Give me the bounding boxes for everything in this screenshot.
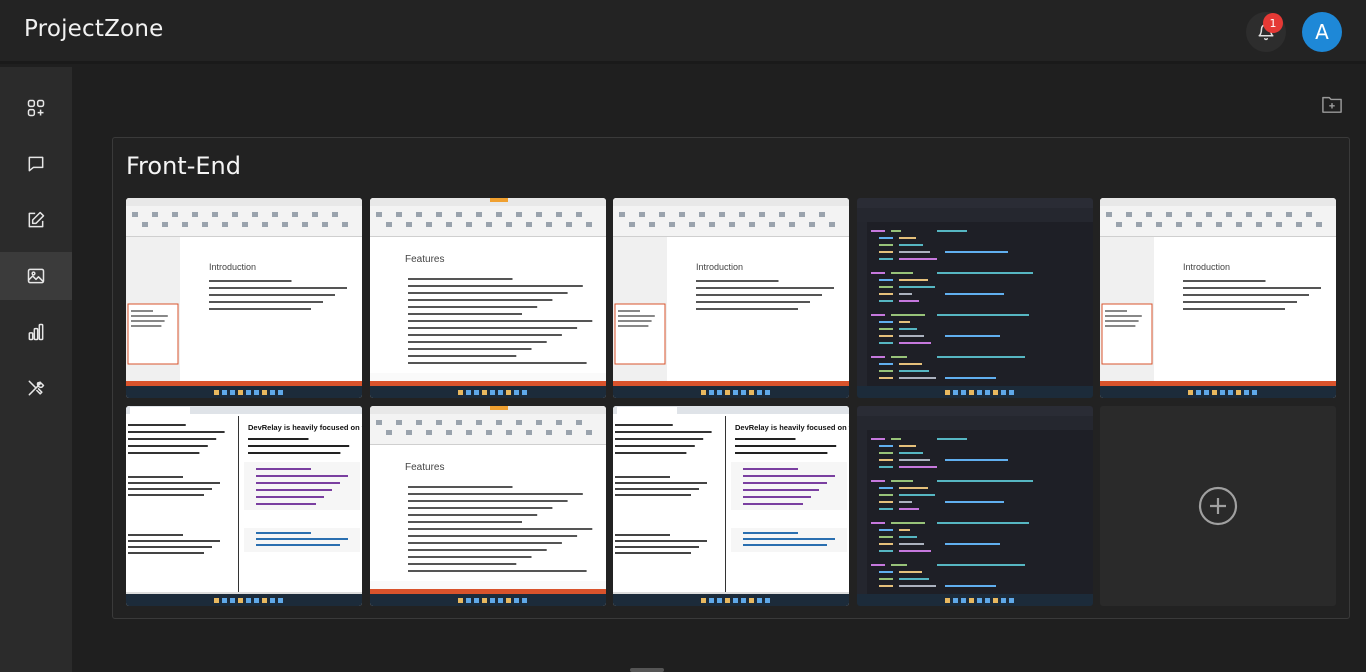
slide-heading: Introduction: [696, 262, 743, 272]
thumbnail-preview: Features: [370, 406, 606, 606]
thumbnail-preview: Introduction: [1100, 198, 1336, 398]
chat-icon: [28, 156, 44, 172]
thumbnail-preview: DevRelay is heavily focused on the group…: [613, 406, 849, 606]
image-thumbnail[interactable]: Features: [370, 198, 606, 398]
add-circle-icon: [1198, 486, 1238, 526]
thumbnail-preview: DevRelay is heavily focused on the group…: [126, 406, 362, 606]
article-heading: DevRelay is heavily focused on the group…: [735, 423, 849, 432]
sidebar-item-chat[interactable]: [0, 140, 72, 188]
scroll-indicator: [630, 668, 664, 672]
image-thumbnail[interactable]: DevRelay is heavily focused on the group…: [126, 406, 362, 606]
sidebar-item-analytics[interactable]: [0, 308, 72, 356]
main-content: Front-End Introduction Features Introducti…: [72, 67, 1366, 672]
notification-badge: 1: [1263, 13, 1283, 33]
image-thumbnail[interactable]: Features: [370, 406, 606, 606]
project-group: Front-End Introduction Features Introducti…: [112, 137, 1350, 619]
apps-add-icon: [27, 99, 45, 117]
slide-heading: Introduction: [1183, 262, 1230, 272]
edit-icon: [28, 211, 45, 228]
slide-heading: Introduction: [209, 262, 256, 272]
sidebar-item-edit[interactable]: [0, 196, 72, 244]
thumbnail-preview: Introduction: [126, 198, 362, 398]
bar-chart-icon: [28, 323, 44, 341]
sidebar-item-apps[interactable]: [0, 84, 72, 132]
sidebar: [0, 67, 72, 672]
top-app-bar: ProjectZone 1 A: [0, 0, 1366, 64]
thumbnail-preview: [857, 406, 1093, 606]
image-thumbnail[interactable]: Introduction: [613, 198, 849, 398]
thumbnail-preview: Introduction: [613, 198, 849, 398]
add-image-tile[interactable]: [1100, 406, 1336, 606]
image-thumbnail[interactable]: DevRelay is heavily focused on the group…: [613, 406, 849, 606]
slide-heading: Features: [405, 462, 444, 473]
image-thumbnail[interactable]: [857, 406, 1093, 606]
tools-icon: [28, 380, 45, 396]
new-folder-button[interactable]: [1318, 91, 1346, 117]
image-thumbnail[interactable]: Introduction: [126, 198, 362, 398]
image-thumbnail[interactable]: Introduction: [1100, 198, 1336, 398]
group-title: Front-End: [126, 152, 241, 180]
thumbnail-preview: Features: [370, 198, 606, 398]
sidebar-item-tools[interactable]: [0, 364, 72, 412]
article-heading: DevRelay is heavily focused on the group…: [248, 423, 362, 432]
image-icon: [27, 268, 45, 284]
sidebar-item-gallery[interactable]: [0, 252, 72, 300]
image-thumbnail[interactable]: [857, 198, 1093, 398]
folder-add-icon: [1322, 96, 1342, 113]
app-title: ProjectZone: [24, 16, 164, 42]
user-avatar[interactable]: A: [1302, 12, 1342, 52]
slide-heading: Features: [405, 254, 444, 265]
thumbnail-preview: [857, 198, 1093, 398]
